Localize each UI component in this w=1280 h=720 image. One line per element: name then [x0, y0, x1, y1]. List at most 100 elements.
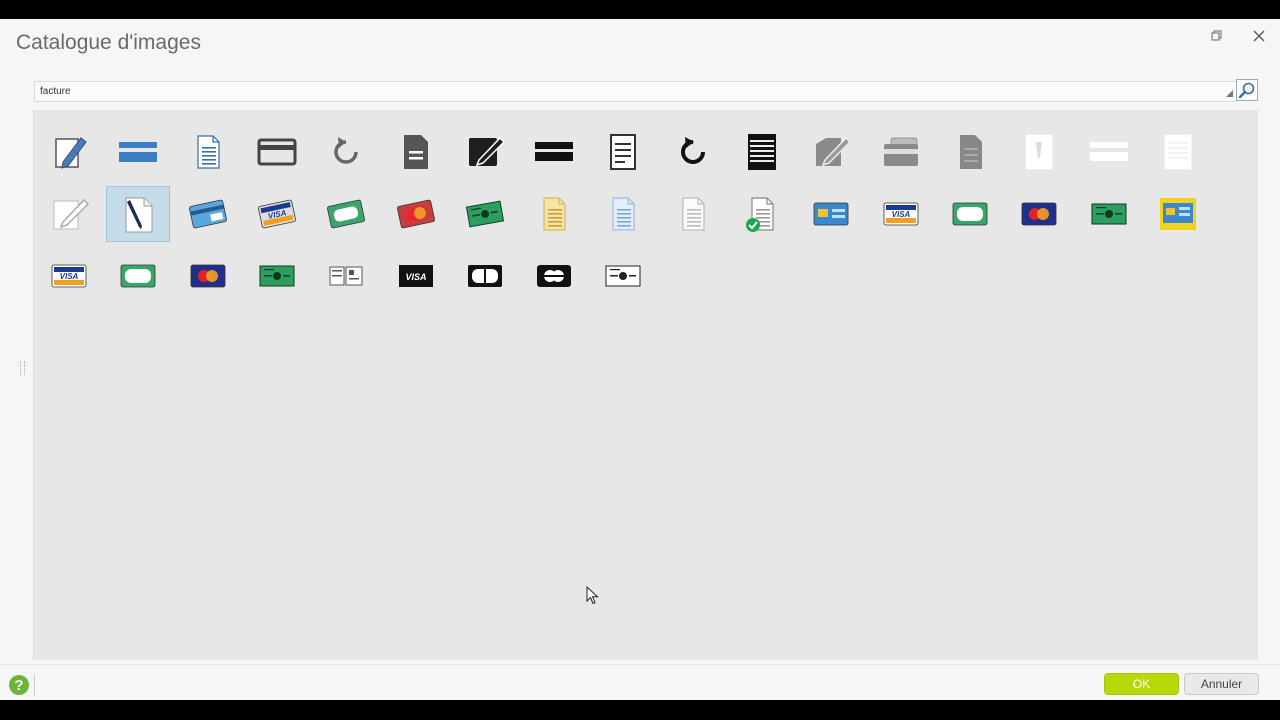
image-cell-white-bar[interactable] — [1077, 124, 1141, 180]
round-black-card-icon — [537, 265, 572, 287]
blue-card-icon — [188, 199, 227, 229]
image-cell-blue-bar[interactable] — [106, 124, 170, 180]
image-cell-blue-card[interactable] — [176, 186, 240, 242]
image-cell-edit-box-dark[interactable] — [453, 124, 517, 180]
green-card-icon — [327, 199, 366, 229]
image-cell-small-cards[interactable] — [314, 248, 378, 304]
pen-document-icon — [125, 197, 153, 233]
mastercard-3d-icon — [396, 199, 435, 229]
image-cell-blue-document[interactable] — [591, 186, 655, 242]
image-cell-mastercard-3d[interactable] — [384, 186, 448, 242]
white-document-icon — [682, 197, 705, 231]
image-cell-white-document[interactable] — [661, 186, 725, 242]
restore-icon — [1211, 30, 1222, 41]
image-cell-mastercard[interactable] — [176, 248, 240, 304]
help-icon[interactable]: ? — [9, 675, 29, 695]
svg-text:VISA: VISA — [405, 272, 426, 282]
restore-window-button[interactable] — [1204, 23, 1230, 49]
image-cell-document-grey[interactable] — [938, 124, 1002, 180]
image-cell-document-lines[interactable] — [176, 124, 240, 180]
blue-bar-icon — [119, 142, 158, 162]
document-lines-icon — [196, 135, 220, 169]
image-cell-green-pill-card[interactable] — [106, 248, 170, 304]
image-cell-credit-card-outline[interactable] — [245, 124, 309, 180]
edit-box-dark-icon — [468, 136, 505, 167]
image-cell-black-bar[interactable] — [522, 124, 586, 180]
image-cell-visa-black-card[interactable]: VISA — [384, 248, 448, 304]
doc-white-icon — [1024, 133, 1054, 171]
mastercard-icon — [190, 264, 225, 288]
magnifier-icon — [1238, 82, 1255, 99]
document-filled-icon — [403, 135, 428, 169]
green-pill-card-icon — [120, 264, 156, 288]
cheque-green-3d-icon — [465, 200, 504, 228]
cancel-button[interactable]: Annuler — [1184, 673, 1259, 695]
small-cards-icon — [329, 266, 363, 286]
image-cell-pen-document[interactable] — [106, 186, 171, 242]
close-icon — [1253, 30, 1265, 42]
image-cell-cheque-green-3d[interactable] — [453, 186, 517, 242]
white-bar-icon — [1089, 142, 1128, 161]
image-grid-panel: VISA VISA VISA VISA — [33, 110, 1258, 660]
pencil-edit-doc-icon — [55, 137, 87, 169]
image-cell-visa-card-3d[interactable]: VISA — [245, 186, 309, 242]
help-separator — [34, 674, 35, 696]
image-cell-edit-grey[interactable] — [799, 124, 863, 180]
image-cell-cheque-green[interactable] — [245, 248, 309, 304]
svg-text:VISA: VISA — [60, 272, 79, 281]
cheque-white-icon — [605, 265, 641, 287]
image-cell-round-black-card[interactable] — [522, 248, 586, 304]
green-pill-card-icon — [952, 202, 988, 226]
image-cell-refresh-grey[interactable] — [314, 124, 378, 180]
image-cell-green-pill-card[interactable] — [938, 186, 1002, 242]
visa-card-icon: VISA — [51, 264, 87, 288]
document-outline-lines-icon — [610, 134, 637, 170]
mastercard-icon — [1021, 202, 1057, 226]
image-cell-pill-black-card[interactable] — [453, 248, 517, 304]
image-cell-pencil-edit-doc[interactable] — [37, 124, 101, 180]
cards-stack-grey-icon — [883, 137, 918, 166]
yellow-document-icon — [543, 197, 566, 231]
document-check-icon — [746, 197, 774, 232]
refresh-grey-icon — [334, 137, 358, 164]
blue-card-flat-icon — [813, 202, 849, 226]
image-cell-green-card[interactable] — [314, 186, 378, 242]
image-cell-cheque-green[interactable] — [1077, 186, 1141, 242]
image-cell-edit-white[interactable] — [37, 186, 101, 242]
black-bar-icon — [535, 142, 574, 161]
yellow-card-icon — [1159, 198, 1196, 230]
search-row — [34, 79, 1258, 102]
search-button[interactable] — [1236, 79, 1258, 101]
credit-card-outline-icon — [257, 138, 297, 166]
svg-text:VISA: VISA — [891, 210, 910, 219]
image-cell-mastercard[interactable] — [1007, 186, 1071, 242]
image-cell-blue-card-flat[interactable] — [799, 186, 863, 242]
combo-dropdown-icon[interactable] — [1223, 85, 1235, 99]
image-catalog-dialog: Catalogue d'images VISA VISA VISA VISA ? OK… — [0, 19, 1280, 700]
footer-divider — [0, 664, 1280, 665]
image-cell-cards-stack-grey[interactable] — [869, 124, 933, 180]
image-cell-cheque-white[interactable] — [591, 248, 655, 304]
document-grey-icon — [959, 135, 982, 169]
image-cell-document-check[interactable] — [730, 186, 794, 242]
edit-grey-icon — [816, 136, 852, 167]
splitter-grip[interactable] — [20, 361, 25, 375]
image-cell-doc-lines-white[interactable] — [1146, 124, 1210, 180]
doc-lines-white-icon — [1163, 133, 1193, 171]
cheque-green-icon — [1091, 203, 1126, 225]
image-cell-doc-white[interactable] — [1007, 124, 1071, 180]
image-cell-refresh-black[interactable] — [661, 124, 725, 180]
pill-black-card-icon — [467, 265, 502, 287]
close-dialog-button[interactable] — [1246, 23, 1272, 49]
visa-black-card-icon: VISA — [398, 265, 433, 287]
image-cell-document-filled[interactable] — [384, 124, 448, 180]
visa-card-3d-icon: VISA — [257, 199, 296, 229]
image-cell-yellow-card[interactable] — [1146, 186, 1210, 242]
ok-button[interactable]: OK — [1104, 673, 1179, 695]
image-cell-visa-card[interactable]: VISA — [869, 186, 933, 242]
image-cell-lines-list[interactable] — [730, 124, 794, 180]
image-cell-document-outline-lines[interactable] — [591, 124, 655, 180]
image-cell-visa-card[interactable]: VISA — [37, 248, 101, 304]
image-cell-yellow-document[interactable] — [522, 186, 586, 242]
search-input[interactable] — [34, 81, 1237, 102]
